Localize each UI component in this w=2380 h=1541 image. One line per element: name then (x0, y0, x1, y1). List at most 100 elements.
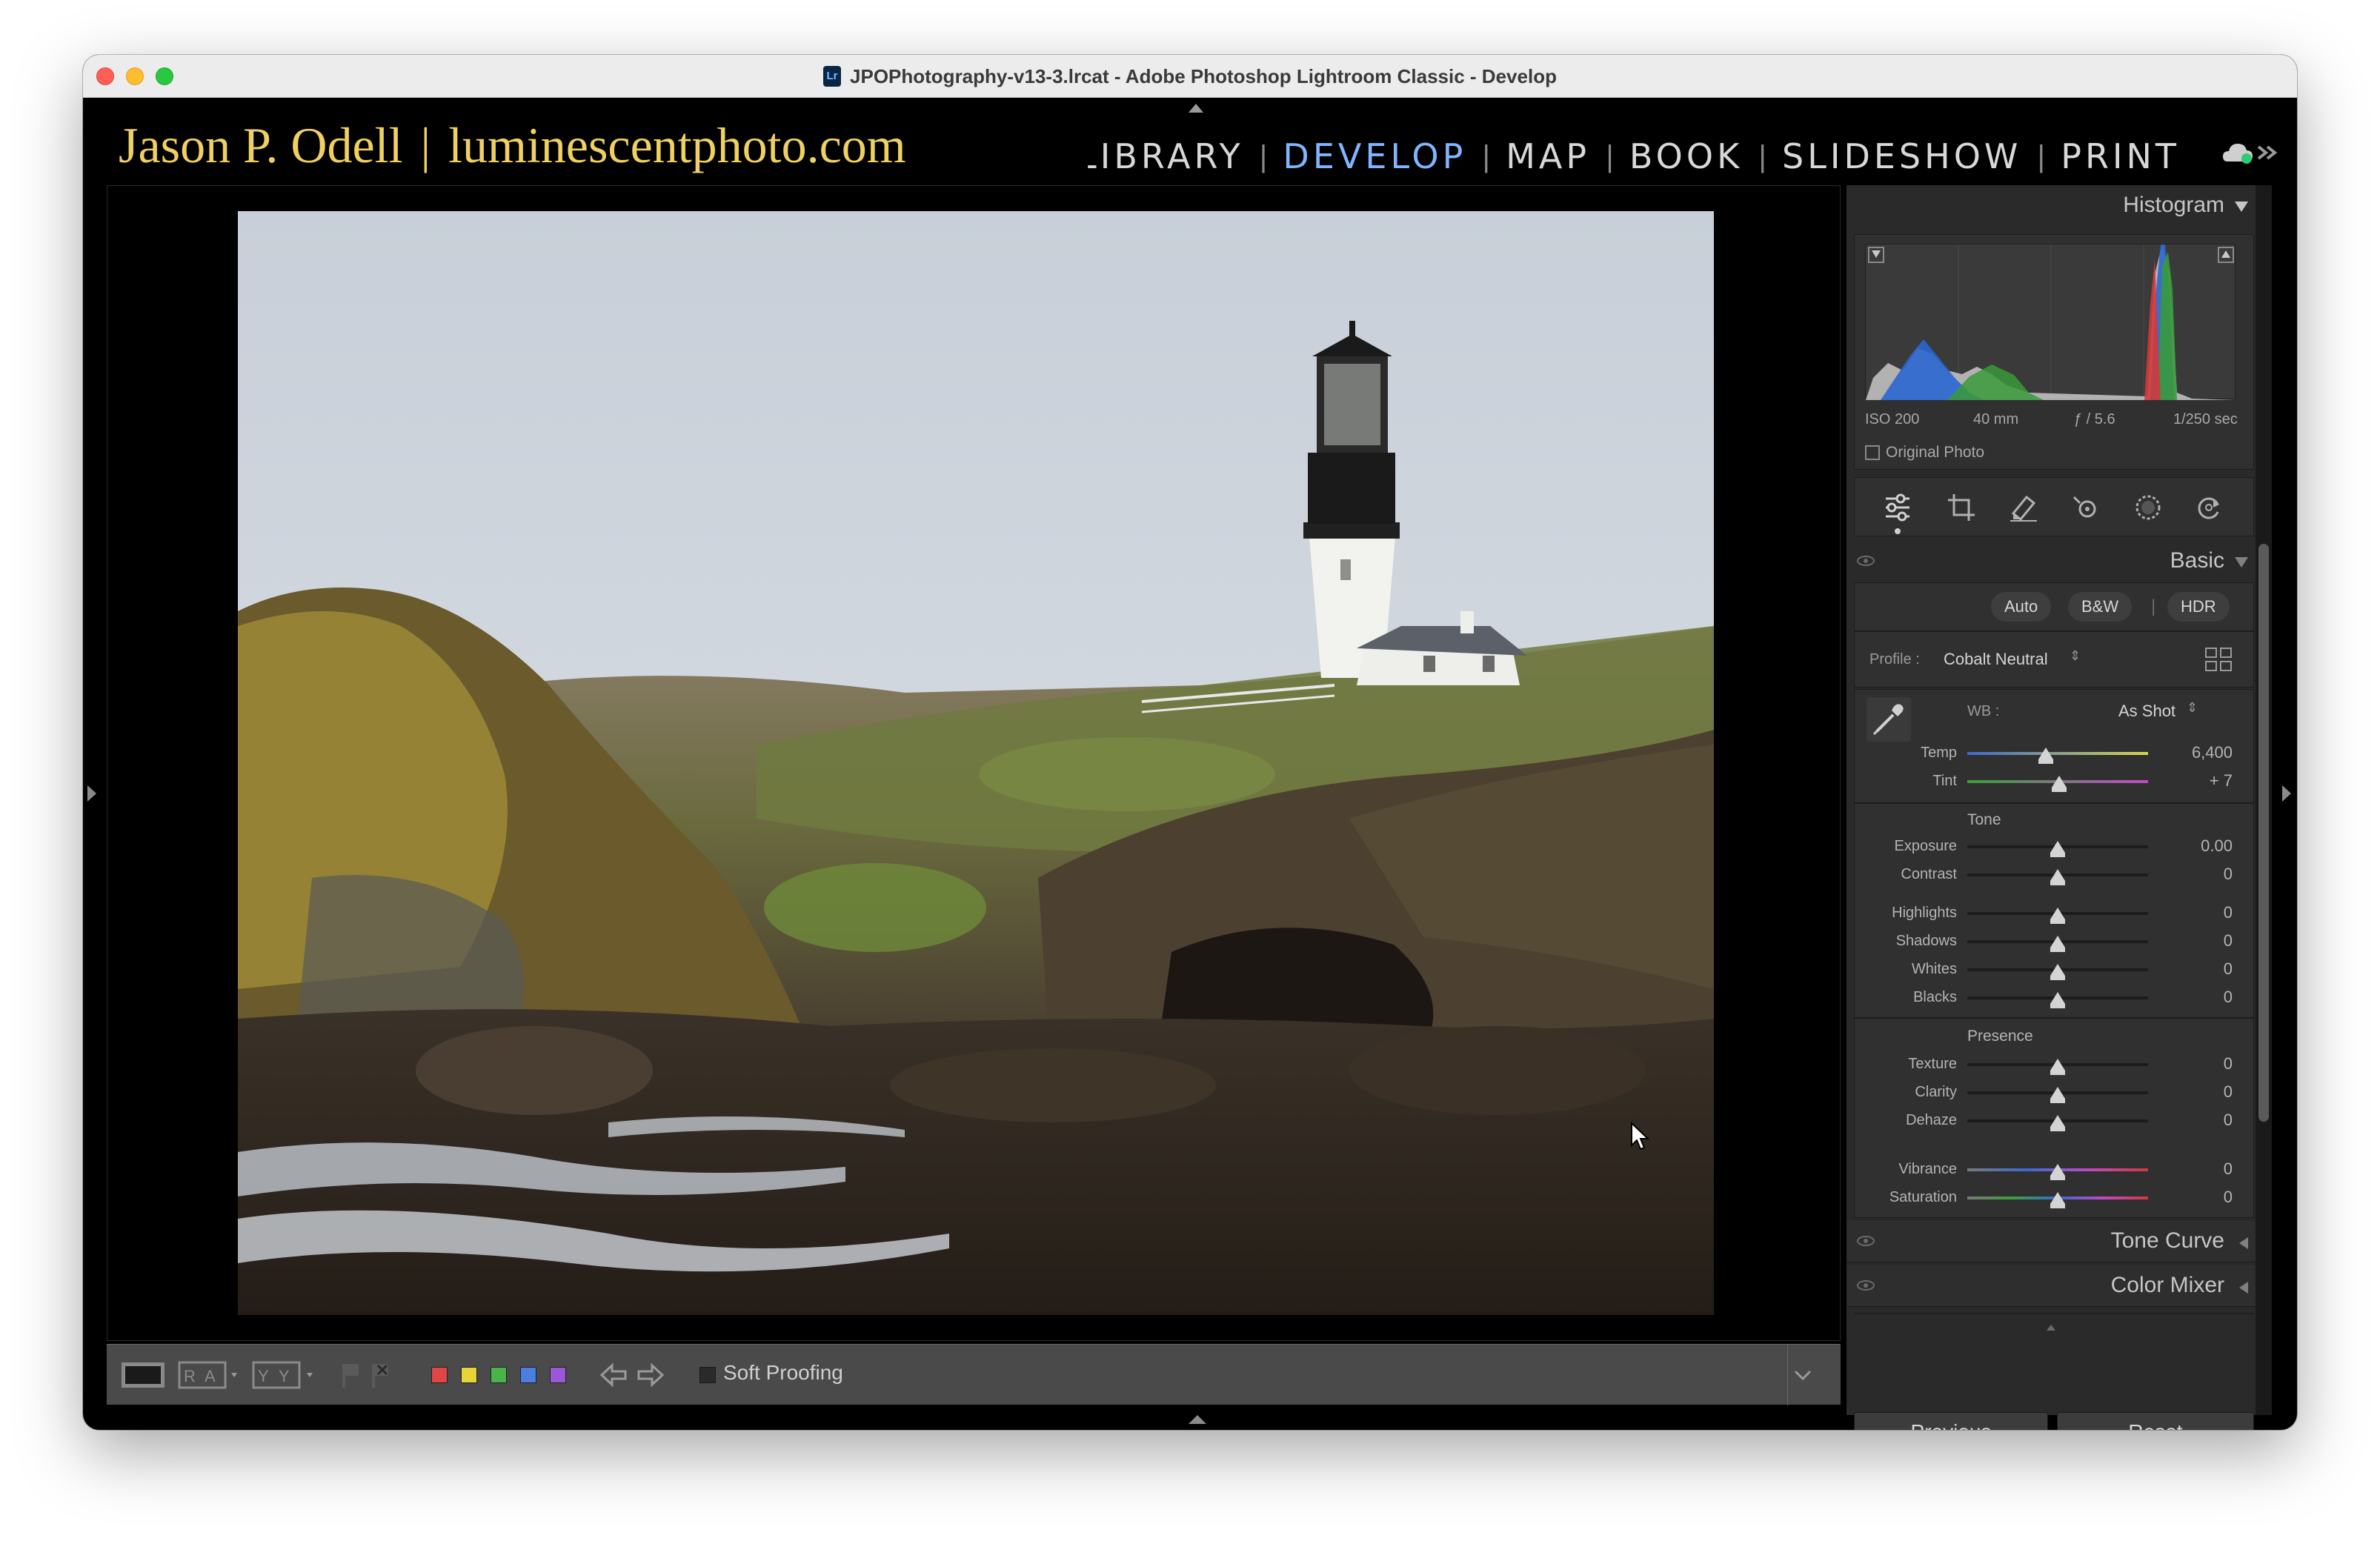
histogram-header[interactable]: Histogram (1847, 185, 2261, 227)
temp-value[interactable]: 6,400 (2192, 743, 2233, 762)
bw-button[interactable]: B&W (2068, 592, 2133, 622)
red-eye-icon[interactable] (2070, 491, 2102, 524)
toolbar-content-dropdown[interactable] (1787, 1345, 1817, 1405)
dehaze-value[interactable]: 0 (2224, 1111, 2233, 1130)
whites-label: Whites (1911, 961, 1957, 977)
original-photo-checkbox[interactable] (1865, 445, 1880, 460)
highlights-label: Highlights (1892, 905, 1957, 921)
vibrance-value[interactable]: 0 (2224, 1159, 2233, 1179)
exif-iso: ISO 200 (1865, 411, 1920, 427)
highlights-value[interactable]: 0 (2224, 903, 2233, 922)
tone-title: Tone (1967, 811, 2001, 828)
exposure-slider-thumb[interactable] (2050, 841, 2065, 857)
color-label-yellow[interactable] (461, 1367, 477, 1383)
reject-flag-icon[interactable] (368, 1345, 394, 1405)
before-after-ra-icon[interactable]: RA (178, 1345, 243, 1405)
cloud-sync-icon[interactable] (2221, 138, 2281, 167)
profile-browser-grid-icon[interactable] (2204, 645, 2234, 675)
left-panel-toggle[interactable] (87, 785, 96, 802)
tone-curve-title: Tone Curve (2110, 1228, 2224, 1253)
temp-slider[interactable] (1967, 752, 2148, 755)
color-label-green[interactable] (491, 1367, 507, 1383)
panel-visibility-eye-icon[interactable] (1857, 1236, 1875, 1246)
original-photo-label[interactable]: Original Photo (1886, 444, 1984, 462)
profile-select-chevron-icon[interactable]: ⇕ (2070, 648, 2081, 664)
whites-slider-thumb[interactable] (2050, 964, 2065, 980)
identity-separator: | (420, 117, 431, 173)
profile-label: Profile : (1869, 651, 1920, 668)
blacks-value[interactable]: 0 (2224, 988, 2233, 1007)
module-print[interactable]: PRINT (2061, 136, 2180, 176)
clarity-value[interactable]: 0 (2224, 1082, 2233, 1102)
identity-name: Jason P. Odell (119, 117, 403, 173)
tone-curve-header[interactable]: Tone Curve (1847, 1221, 2261, 1262)
loupe-view-icon[interactable] (120, 1345, 166, 1405)
whites-value[interactable]: 0 (2224, 959, 2233, 979)
before-after-yy-icon[interactable]: YY (252, 1345, 320, 1405)
masking-icon[interactable] (2132, 491, 2164, 524)
bottom-panel-toggle[interactable] (1189, 1415, 1206, 1424)
color-label-red[interactable] (431, 1367, 448, 1383)
tint-value[interactable]: + 7 (2210, 771, 2233, 791)
saturation-slider-thumb[interactable] (2050, 1192, 2065, 1208)
image-viewer[interactable] (107, 185, 1841, 1341)
reset-button[interactable]: Reset (2057, 1412, 2254, 1430)
title-bar: Lr JPOPhotography-v13-3.lrcat - Adobe Pho… (83, 55, 2297, 98)
healing-icon[interactable] (2007, 491, 2040, 524)
hdr-button[interactable]: HDR (2167, 592, 2230, 622)
window-title: Lr JPOPhotography-v13-3.lrcat - Adobe Pho… (83, 55, 2297, 98)
identity-plate[interactable]: Jason P. Odell | luminescentphoto.com (119, 120, 906, 187)
saturation-value[interactable]: 0 (2224, 1188, 2233, 1207)
presence-title: Presence (1967, 1028, 2033, 1045)
soft-proofing-label[interactable]: Soft Proofing (723, 1361, 843, 1385)
color-label-purple[interactable] (550, 1367, 566, 1383)
right-panel-toggle[interactable] (2282, 785, 2291, 802)
soft-proofing-checkbox[interactable] (699, 1367, 716, 1383)
svg-text:Y: Y (258, 1367, 269, 1385)
develop-toolbar: RA YY Soft Proofing (107, 1344, 1841, 1405)
module-develop[interactable]: DEVELOP (1283, 136, 1466, 176)
wb-eyedropper-icon[interactable] (1867, 697, 1911, 742)
contrast-value[interactable]: 0 (2224, 865, 2233, 884)
right-panel-scrollbar-thumb[interactable] (2258, 544, 2269, 1122)
crop-icon[interactable] (1945, 491, 1978, 524)
color-label-blue[interactable] (520, 1367, 536, 1383)
reset-icon[interactable] (2193, 491, 2225, 524)
module-map[interactable]: MAP (1506, 136, 1590, 176)
module-library[interactable]: LIBRARY (1088, 136, 1243, 176)
contrast-slider-thumb[interactable] (2050, 869, 2065, 885)
shadows-slider-thumb[interactable] (2050, 936, 2065, 952)
wb-select[interactable]: As Shot (2118, 702, 2175, 721)
shadows-label: Shadows (1895, 933, 1957, 949)
basic-header[interactable]: Basic (1847, 541, 2261, 582)
panel-visibility-eye-icon[interactable] (1857, 1280, 1875, 1291)
highlights-slider-thumb[interactable] (2050, 908, 2065, 924)
color-mixer-header[interactable]: Color Mixer (1847, 1265, 2261, 1307)
previous-button[interactable]: Previous (1854, 1412, 2048, 1430)
temp-slider-thumb[interactable] (2038, 748, 2053, 764)
tint-slider-thumb[interactable] (2052, 776, 2067, 792)
blacks-slider-thumb[interactable] (2050, 992, 2065, 1008)
clarity-slider-thumb[interactable] (2050, 1087, 2065, 1103)
module-book[interactable]: BOOK (1629, 136, 1743, 176)
histogram-graph[interactable] (1865, 244, 2236, 400)
shadows-value[interactable]: 0 (2224, 931, 2233, 951)
texture-value[interactable]: 0 (2224, 1054, 2233, 1074)
arrow-left-icon[interactable] (597, 1345, 630, 1405)
module-slideshow[interactable]: SLIDESHOW (1782, 136, 2021, 176)
exposure-value[interactable]: 0.00 (2201, 836, 2233, 856)
texture-slider-thumb[interactable] (2050, 1059, 2065, 1075)
dehaze-slider-thumb[interactable] (2050, 1115, 2065, 1131)
flag-icon[interactable] (338, 1345, 365, 1405)
profile-row: Profile : Cobalt Neutral ⇕ (1854, 631, 2254, 688)
mouse-cursor-icon (1631, 1122, 1650, 1151)
panel-visibility-eye-icon[interactable] (1857, 556, 1875, 566)
auto-button[interactable]: Auto (1991, 592, 2052, 622)
wb-select-chevron-icon[interactable]: ⇕ (2187, 700, 2198, 716)
profile-select[interactable]: Cobalt Neutral (1944, 650, 2048, 669)
edit-sliders-icon[interactable] (1881, 491, 1914, 524)
arrow-right-icon[interactable] (634, 1345, 667, 1405)
clarity-label: Clarity (1915, 1084, 1957, 1100)
top-panel-toggle[interactable] (1189, 104, 1203, 113)
vibrance-slider-thumb[interactable] (2050, 1164, 2065, 1180)
